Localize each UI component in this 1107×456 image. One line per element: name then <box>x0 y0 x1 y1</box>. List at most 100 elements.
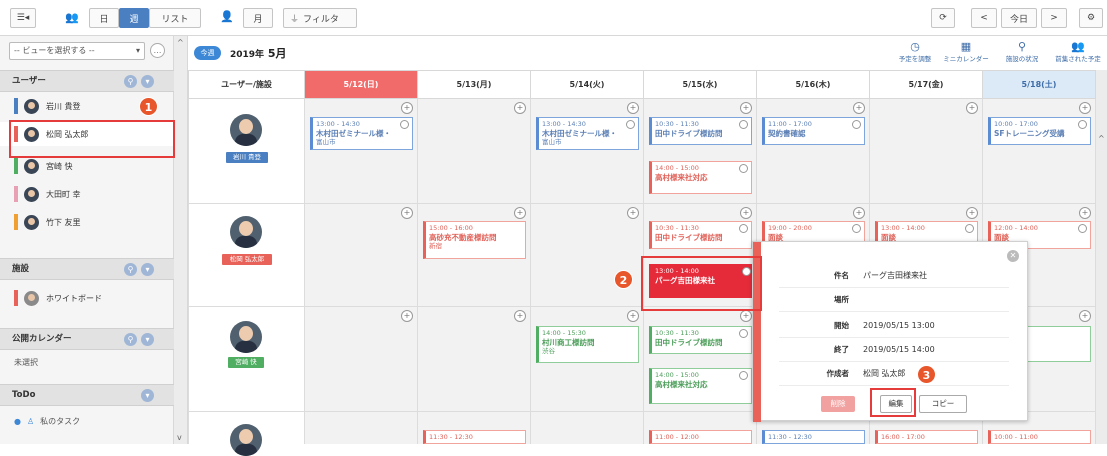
close-icon[interactable]: ✕ <box>1007 250 1019 262</box>
add-event-icon[interactable]: + <box>514 310 526 322</box>
event-card[interactable]: 13:00 - 14:30 木村田ゼミナール様・ 富山市 <box>536 117 639 150</box>
day-cell[interactable]: + <box>305 99 418 204</box>
edit-icon[interactable] <box>965 224 974 233</box>
more-options-icon[interactable]: … <box>150 43 165 58</box>
mini-calendar-button[interactable]: ▦ ミニカレンダー <box>938 40 994 63</box>
add-event-icon[interactable]: + <box>966 102 978 114</box>
day-header-sat[interactable]: 5/18(土) <box>983 70 1096 99</box>
add-event-icon[interactable]: + <box>966 207 978 219</box>
add-event-icon[interactable]: + <box>1079 102 1091 114</box>
this-week-pill[interactable]: 今週 <box>194 46 221 60</box>
add-event-icon[interactable]: + <box>1079 310 1091 322</box>
event-card[interactable]: 14:00 - 15:30 村川商工様訪問 渋谷 <box>536 326 639 363</box>
event-card[interactable]: 13:00 - 14:30 木村田ゼミナール様・ 富山市 <box>310 117 413 150</box>
day-cell[interactable]: + <box>418 99 531 204</box>
day-cell[interactable]: + <box>531 99 644 204</box>
event-card[interactable]: 11:30 - 12:30 <box>762 430 865 444</box>
add-event-icon[interactable]: + <box>514 207 526 219</box>
add-event-icon[interactable]: + <box>740 207 752 219</box>
add-event-icon[interactable]: + <box>514 102 526 114</box>
add-event-icon[interactable]: + <box>1079 207 1091 219</box>
edit-icon[interactable] <box>852 120 861 129</box>
event-card[interactable]: 11:30 - 12:30 <box>423 430 526 444</box>
view-select[interactable]: -- ビューを選択する -- ▾ <box>9 42 145 60</box>
settings-button[interactable]: ⚙ <box>1079 8 1103 28</box>
calendar-scrollbar[interactable]: ^ <box>1096 70 1107 444</box>
todo-item[interactable]: ● ♙ 私のタスク <box>14 416 80 427</box>
next-button[interactable]: > <box>1041 8 1067 28</box>
edit-icon[interactable] <box>1078 224 1087 233</box>
event-card[interactable]: 14:00 - 15:00 高村様来社対応 <box>649 161 752 194</box>
add-event-icon[interactable]: + <box>627 310 639 322</box>
event-card[interactable]: 10:30 - 11:30 田中ドライブ様訪問 <box>649 221 752 249</box>
edit-icon[interactable] <box>1078 120 1087 129</box>
prev-button[interactable]: < <box>971 8 997 28</box>
collected-schedule-button[interactable]: 👥 前集された予定 <box>1050 40 1106 63</box>
edit-icon[interactable] <box>739 224 748 233</box>
day-cell[interactable]: + <box>531 204 644 307</box>
chevron-down-icon[interactable]: ▾ <box>141 389 154 402</box>
event-card[interactable]: 10:00 - 11:00 <box>988 430 1091 444</box>
day-header-mon[interactable]: 5/13(月) <box>418 70 531 99</box>
edit-icon[interactable] <box>739 120 748 129</box>
edit-icon[interactable] <box>739 164 748 173</box>
day-cell[interactable] <box>305 412 418 444</box>
day-header-fri[interactable]: 5/17(金) <box>870 70 983 99</box>
event-card[interactable]: 11:00 - 17:00 契約書確認 <box>762 117 865 145</box>
delete-button[interactable]: 削除 <box>821 396 855 412</box>
event-card[interactable]: 10:30 - 11:30 田中ドライブ様訪問 <box>649 117 752 145</box>
add-event-icon[interactable]: + <box>853 102 865 114</box>
chevron-down-icon[interactable]: ▾ <box>141 263 154 276</box>
view-month-button[interactable]: 月 <box>243 8 273 28</box>
search-icon[interactable]: ⚲ <box>124 75 137 88</box>
search-icon[interactable]: ⚲ <box>124 263 137 276</box>
sidebar-user-item[interactable]: 竹下 友里 <box>0 210 174 234</box>
add-event-icon[interactable]: + <box>853 207 865 219</box>
add-event-icon[interactable]: + <box>401 102 413 114</box>
event-card[interactable]: 14:00 - 15:00 高村様来社対応 <box>649 368 752 404</box>
event-card[interactable]: 16:00 - 17:00 <box>875 430 978 444</box>
edit-icon[interactable] <box>626 120 635 129</box>
view-list-button[interactable]: リスト <box>149 8 201 28</box>
view-week-button[interactable]: 週 <box>119 8 149 28</box>
add-event-icon[interactable]: + <box>401 310 413 322</box>
event-card[interactable]: 10:00 - 17:00 SFトレーニング受講 <box>988 117 1091 145</box>
sidebar-scrollbar[interactable]: ^ v <box>174 36 188 444</box>
day-cell[interactable]: + <box>757 99 870 204</box>
add-event-icon[interactable]: + <box>401 207 413 219</box>
event-card[interactable]: 15:00 - 16:00 高砂充不動産様訪問 新宿 <box>423 221 526 259</box>
edit-icon[interactable] <box>400 120 409 129</box>
edit-icon[interactable] <box>739 371 748 380</box>
sidebar-facility-item[interactable]: ホワイトボード <box>0 286 174 310</box>
day-cell[interactable] <box>531 412 644 444</box>
add-event-icon[interactable]: + <box>740 102 752 114</box>
day-header-sun[interactable]: 5/12(日) <box>305 70 418 99</box>
event-card[interactable]: 11:00 - 12:00 <box>649 430 752 444</box>
add-event-icon[interactable]: + <box>740 310 752 322</box>
day-header-thu[interactable]: 5/16(木) <box>757 70 870 99</box>
day-cell[interactable]: + <box>870 99 983 204</box>
today-button[interactable]: 今日 <box>1001 8 1037 28</box>
day-cell[interactable]: + <box>305 307 418 412</box>
day-cell[interactable]: + <box>983 99 1096 204</box>
edit-icon[interactable] <box>739 329 748 338</box>
sidebar-toggle-button[interactable]: ☰◂ <box>10 8 36 28</box>
day-header-tue[interactable]: 5/14(火) <box>531 70 644 99</box>
facility-status-button[interactable]: ⚲ 施設の状況 <box>994 40 1050 63</box>
edit-icon[interactable] <box>852 224 861 233</box>
filter-button[interactable]: ⏚ フィルタ <box>283 8 357 28</box>
event-card[interactable]: 10:30 - 11:30 田中ドライブ様訪問 <box>649 326 752 354</box>
chevron-down-icon[interactable]: ▾ <box>141 333 154 346</box>
add-event-icon[interactable]: + <box>627 207 639 219</box>
day-cell[interactable]: + <box>305 204 418 307</box>
schedule-adjust-button[interactable]: ◷ 予定を調整 <box>887 40 943 63</box>
refresh-button[interactable]: ⟳ <box>931 8 955 28</box>
sidebar-user-item[interactable]: 大田町 幸 <box>0 182 174 206</box>
day-header-wed[interactable]: 5/15(水) <box>644 70 757 99</box>
chevron-down-icon[interactable]: ▾ <box>141 75 154 88</box>
day-cell[interactable]: + <box>418 307 531 412</box>
view-day-button[interactable]: 日 <box>89 8 119 28</box>
search-icon[interactable]: ⚲ <box>124 333 137 346</box>
copy-button[interactable]: コピー <box>919 395 967 413</box>
add-event-icon[interactable]: + <box>627 102 639 114</box>
